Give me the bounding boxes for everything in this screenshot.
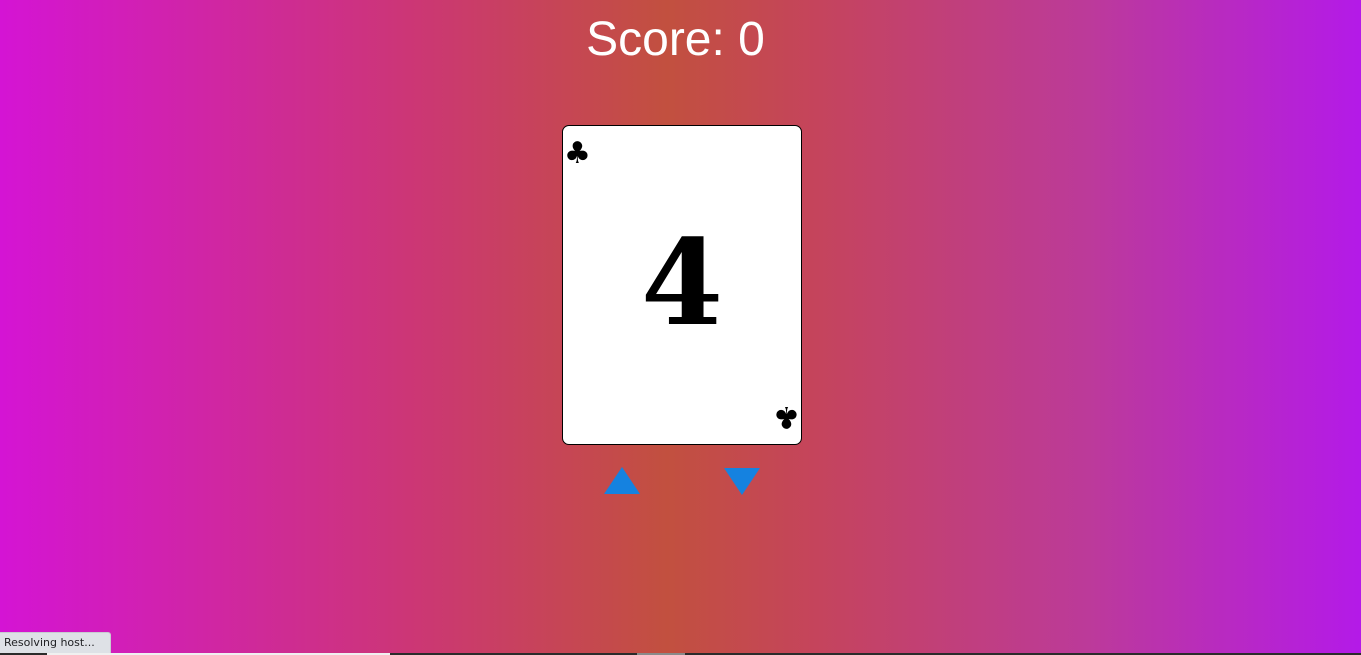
club-icon: ♣: [564, 136, 591, 171]
card-rank: 4: [640, 213, 724, 352]
playing-card: ♣ 4 ♣: [562, 125, 802, 445]
score-display: Score: 0: [586, 13, 765, 66]
status-bar: Resolving host...: [0, 632, 111, 653]
club-icon: ♣: [773, 399, 800, 434]
lower-button[interactable]: [724, 468, 760, 495]
higher-button[interactable]: [604, 467, 640, 494]
